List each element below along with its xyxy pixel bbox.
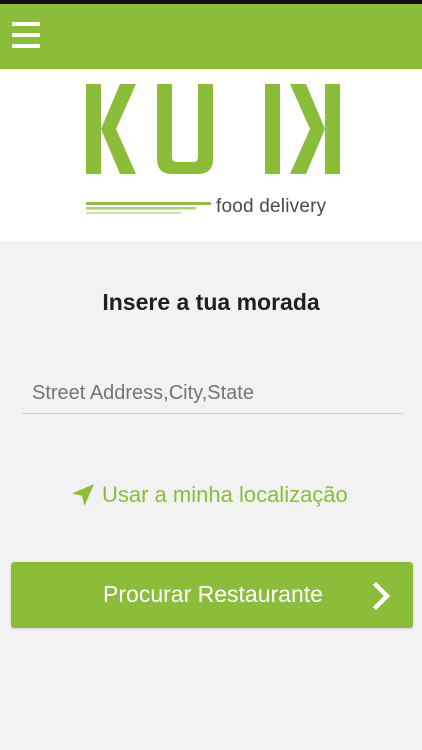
top-app-bar	[0, 4, 422, 69]
logo-tagline: food delivery	[216, 196, 327, 217]
logo-header: food delivery	[0, 69, 422, 241]
chevron-right-icon	[372, 582, 391, 610]
address-input[interactable]	[22, 374, 403, 414]
hamburger-menu-icon[interactable]	[12, 20, 42, 50]
search-restaurant-button[interactable]: Procurar Restaurante	[11, 562, 413, 628]
navigation-arrow-icon	[70, 482, 96, 508]
search-restaurant-label: Procurar Restaurante	[103, 581, 323, 607]
use-my-location-label: Usar a minha localização	[102, 482, 348, 507]
address-form-title: Insere a tua morada	[102, 289, 320, 315]
use-my-location-link[interactable]: Usar a minha localização	[70, 478, 348, 512]
